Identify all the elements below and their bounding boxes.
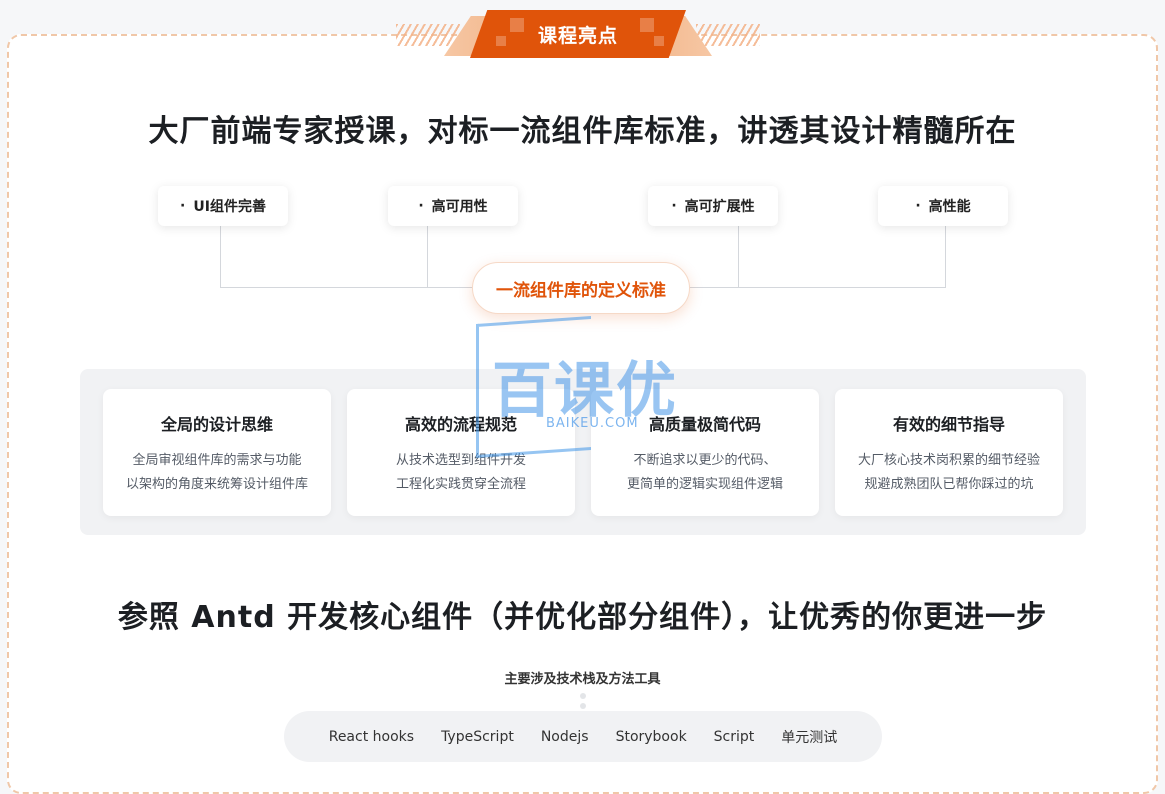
feature-desc-line: 全局审视组件库的需求与功能 bbox=[132, 453, 302, 468]
chip-extensibility: · 高可扩展性 bbox=[648, 186, 778, 226]
feature-desc-line: 不断追求以更少的代码、 bbox=[633, 453, 777, 468]
bullet-dot: · bbox=[915, 198, 921, 214]
feature-title: 高质量极简代码 bbox=[648, 415, 761, 434]
tech-item: Nodejs bbox=[540, 728, 589, 745]
badge-label: 课程亮点 bbox=[537, 24, 618, 47]
feature-desc-line: 工程化实践贯穿全流程 bbox=[395, 477, 526, 492]
chip-ui-complete: · UI组件完善 bbox=[158, 186, 288, 226]
feature-desc-line: 大厂核心技术岗积累的细节经验 bbox=[857, 453, 1040, 468]
headline-primary: 大厂前端专家授课，对标一流组件库标准，讲透其设计精髓所在 bbox=[148, 114, 1017, 149]
feature-desc-line: 规避成熟团队已帮你踩过的坑 bbox=[864, 477, 1034, 492]
feature-card: 有效的细节指导 大厂核心技术岗积累的细节经验 规避成熟团队已帮你踩过的坑 bbox=[835, 389, 1063, 516]
feature-card: 全局的设计思维 全局审视组件库的需求与功能 以架构的角度来统筹设计组件库 bbox=[103, 389, 331, 516]
chip-label: 高可扩展性 bbox=[684, 199, 755, 215]
bullet-dot: · bbox=[418, 198, 424, 214]
feature-desc-line: 从技术选型到组件开发 bbox=[395, 453, 526, 468]
feature-title: 全局的设计思维 bbox=[160, 415, 273, 434]
tech-item: React hooks bbox=[328, 728, 415, 745]
feature-card: 高质量极简代码 不断追求以更少的代码、 更简单的逻辑实现组件逻辑 bbox=[591, 389, 819, 516]
tech-item: TypeScript bbox=[441, 728, 514, 745]
tech-item: Storybook bbox=[615, 728, 687, 745]
badge-square-decor bbox=[496, 36, 506, 46]
badge-square-decor bbox=[654, 36, 664, 46]
decor-stripes-right bbox=[696, 24, 760, 46]
tech-item: Script bbox=[713, 728, 755, 745]
headline-secondary: 参照 Antd 开发核心组件（并优化部分组件），让优秀的你更进一步 bbox=[117, 600, 1048, 635]
connector-line bbox=[945, 226, 946, 287]
feature-desc: 不断追求以更少的代码、 更简单的逻辑实现组件逻辑 bbox=[591, 449, 819, 497]
connector-line bbox=[220, 226, 221, 287]
chip-high-availability: · 高可用性 bbox=[388, 186, 518, 226]
chip-label: UI组件完善 bbox=[193, 199, 266, 215]
feature-desc: 大厂核心技术岗积累的细节经验 规避成熟团队已帮你踩过的坑 bbox=[835, 449, 1063, 497]
feature-desc: 全局审视组件库的需求与功能 以架构的角度来统筹设计组件库 bbox=[103, 449, 331, 497]
feature-card: 高效的流程规范 从技术选型到组件开发 工程化实践贯穿全流程 bbox=[347, 389, 575, 516]
bullet-dot: · bbox=[671, 198, 677, 214]
decor-dots bbox=[580, 693, 586, 713]
connector-line bbox=[427, 226, 428, 287]
decor-stripes-left bbox=[396, 24, 460, 46]
tech-item: 单元测试 bbox=[781, 729, 838, 746]
badge-square-decor bbox=[510, 18, 524, 32]
feature-desc: 从技术选型到组件开发 工程化实践贯穿全流程 bbox=[347, 449, 575, 497]
feature-desc-line: 以架构的角度来统筹设计组件库 bbox=[125, 477, 308, 492]
section-badge: 课程亮点 bbox=[392, 10, 764, 60]
bullet-dot: · bbox=[180, 198, 186, 214]
badge-square-decor bbox=[640, 18, 654, 32]
feature-desc-line: 更简单的逻辑实现组件逻辑 bbox=[626, 477, 783, 492]
chip-performance: · 高性能 bbox=[878, 186, 1008, 226]
tech-stack-title: 主要涉及技术栈及方法工具 bbox=[504, 672, 661, 687]
chip-label: 高性能 bbox=[928, 199, 971, 215]
chip-label: 高可用性 bbox=[431, 199, 488, 215]
connector-line bbox=[738, 226, 739, 287]
feature-title: 高效的流程规范 bbox=[404, 415, 517, 434]
feature-title: 有效的细节指导 bbox=[892, 415, 1005, 434]
center-standard-pill: 一流组件库的定义标准 bbox=[472, 262, 690, 314]
tech-stack-bar: React hooks TypeScript Nodejs Storybook … bbox=[284, 711, 882, 762]
